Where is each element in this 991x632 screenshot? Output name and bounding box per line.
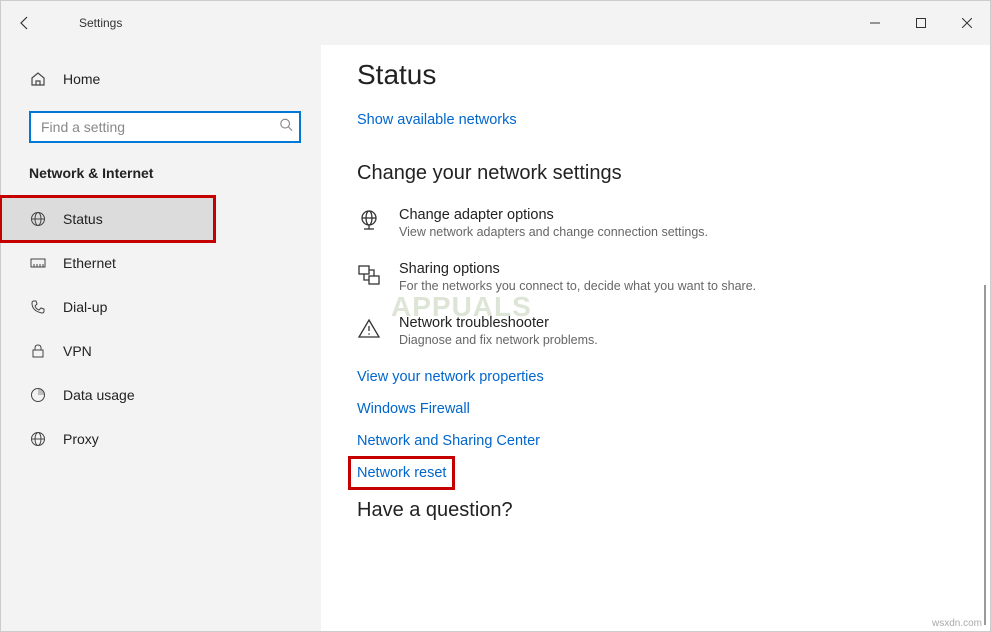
phone-icon bbox=[29, 299, 47, 315]
search-icon bbox=[279, 118, 293, 137]
home-label: Home bbox=[63, 71, 100, 87]
minimize-button[interactable] bbox=[852, 8, 898, 38]
option-desc: For the networks you connect to, decide … bbox=[399, 279, 756, 293]
sidebar-item-label: Dial-up bbox=[63, 299, 107, 315]
sharing-icon bbox=[357, 263, 381, 287]
link-view-properties[interactable]: View your network properties bbox=[357, 369, 544, 385]
search-input[interactable] bbox=[29, 111, 301, 143]
sidebar-item-status[interactable]: Status bbox=[1, 197, 214, 241]
sidebar-item-ethernet[interactable]: Ethernet bbox=[1, 241, 214, 285]
option-sharing[interactable]: Sharing options For the networks you con… bbox=[357, 261, 990, 293]
home-link[interactable]: Home bbox=[1, 61, 321, 97]
back-button[interactable] bbox=[1, 1, 49, 45]
data-icon bbox=[29, 387, 47, 403]
globe-icon bbox=[29, 431, 47, 447]
option-title: Sharing options bbox=[399, 261, 756, 277]
option-title: Change adapter options bbox=[399, 207, 708, 223]
sidebar-item-label: Proxy bbox=[63, 431, 99, 447]
show-networks-link[interactable]: Show available networks bbox=[357, 112, 517, 128]
scrollbar[interactable] bbox=[984, 285, 986, 625]
link-firewall[interactable]: Windows Firewall bbox=[357, 401, 470, 417]
sidebar-item-dialup[interactable]: Dial-up bbox=[1, 285, 214, 329]
option-desc: Diagnose and fix network problems. bbox=[399, 333, 598, 347]
sidebar-item-data-usage[interactable]: Data usage bbox=[1, 373, 214, 417]
titlebar: Settings bbox=[1, 1, 990, 45]
sidebar-item-label: Data usage bbox=[63, 387, 135, 403]
section-heading: Network & Internet bbox=[1, 165, 321, 197]
option-title: Network troubleshooter bbox=[399, 315, 598, 331]
link-network-reset[interactable]: Network reset bbox=[357, 465, 446, 481]
option-desc: View network adapters and change connect… bbox=[399, 225, 708, 239]
sidebar-item-label: VPN bbox=[63, 343, 92, 359]
globe-icon bbox=[29, 211, 47, 227]
option-troubleshooter[interactable]: Network troubleshooter Diagnose and fix … bbox=[357, 315, 990, 347]
sidebar-item-proxy[interactable]: Proxy bbox=[1, 417, 214, 461]
search-wrap bbox=[29, 111, 301, 143]
sidebar-item-label: Ethernet bbox=[63, 255, 116, 271]
window-controls bbox=[852, 8, 990, 38]
sidebar-item-label: Status bbox=[63, 211, 103, 227]
attribution: wsxdn.com bbox=[932, 618, 982, 629]
change-settings-heading: Change your network settings bbox=[357, 162, 990, 185]
page-title: Status bbox=[357, 59, 990, 91]
adapter-icon bbox=[357, 209, 381, 233]
warning-icon bbox=[357, 317, 381, 341]
vpn-icon bbox=[29, 343, 47, 359]
maximize-button[interactable] bbox=[898, 8, 944, 38]
app-title: Settings bbox=[49, 16, 122, 30]
content-area: Status Show available networks Change yo… bbox=[321, 45, 990, 631]
ethernet-icon bbox=[29, 255, 47, 271]
question-heading: Have a question? bbox=[357, 499, 990, 522]
home-icon bbox=[29, 71, 47, 87]
link-sharing-center[interactable]: Network and Sharing Center bbox=[357, 433, 540, 449]
option-adapter[interactable]: Change adapter options View network adap… bbox=[357, 207, 990, 239]
sidebar: Home Network & Internet Status Ethernet bbox=[1, 45, 321, 631]
close-button[interactable] bbox=[944, 8, 990, 38]
sidebar-item-vpn[interactable]: VPN bbox=[1, 329, 214, 373]
